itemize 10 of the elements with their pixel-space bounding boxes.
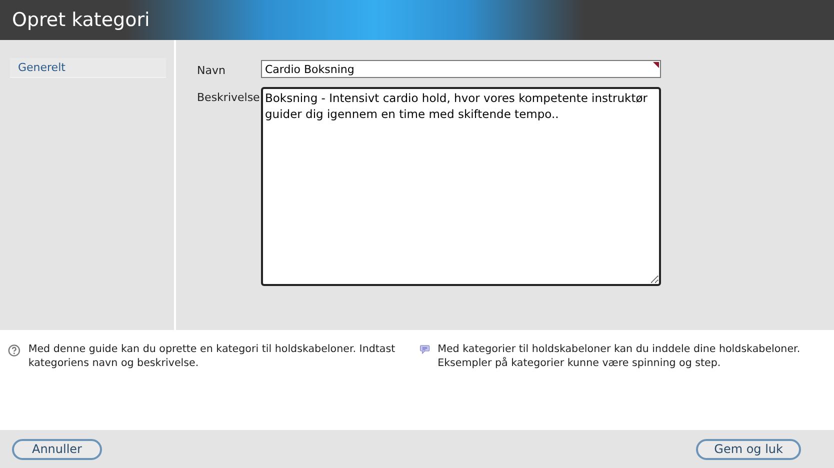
field-label: Beskrivelse: [197, 90, 261, 106]
info-text: Med denne guide kan du oprette en kategori til holdskabeloner. Indtast kategoriens navn og beskrivelse.: [28, 342, 396, 370]
cancel-button[interactable]: Annuller: [12, 438, 102, 460]
sidebar-item[interactable]: Generelt: [10, 58, 166, 77]
name-field[interactable]: Cardio Boksning: [261, 60, 661, 78]
info-text: Med kategorier til holdskabeloner kan du inddele dine holdskabeloner. Eksempler på kategorier kunne være spinning og step.: [438, 342, 802, 370]
description-field[interactable]: Boksning - Intensivt cardio hold, hvor vores kompetente instruktør guider dig igennem en time med skiftende tempo..: [261, 87, 661, 286]
window-title: Opret kategori: [12, 9, 150, 31]
field-label: Navn: [197, 63, 226, 78]
save-close-button[interactable]: Gem og luk: [696, 438, 801, 460]
